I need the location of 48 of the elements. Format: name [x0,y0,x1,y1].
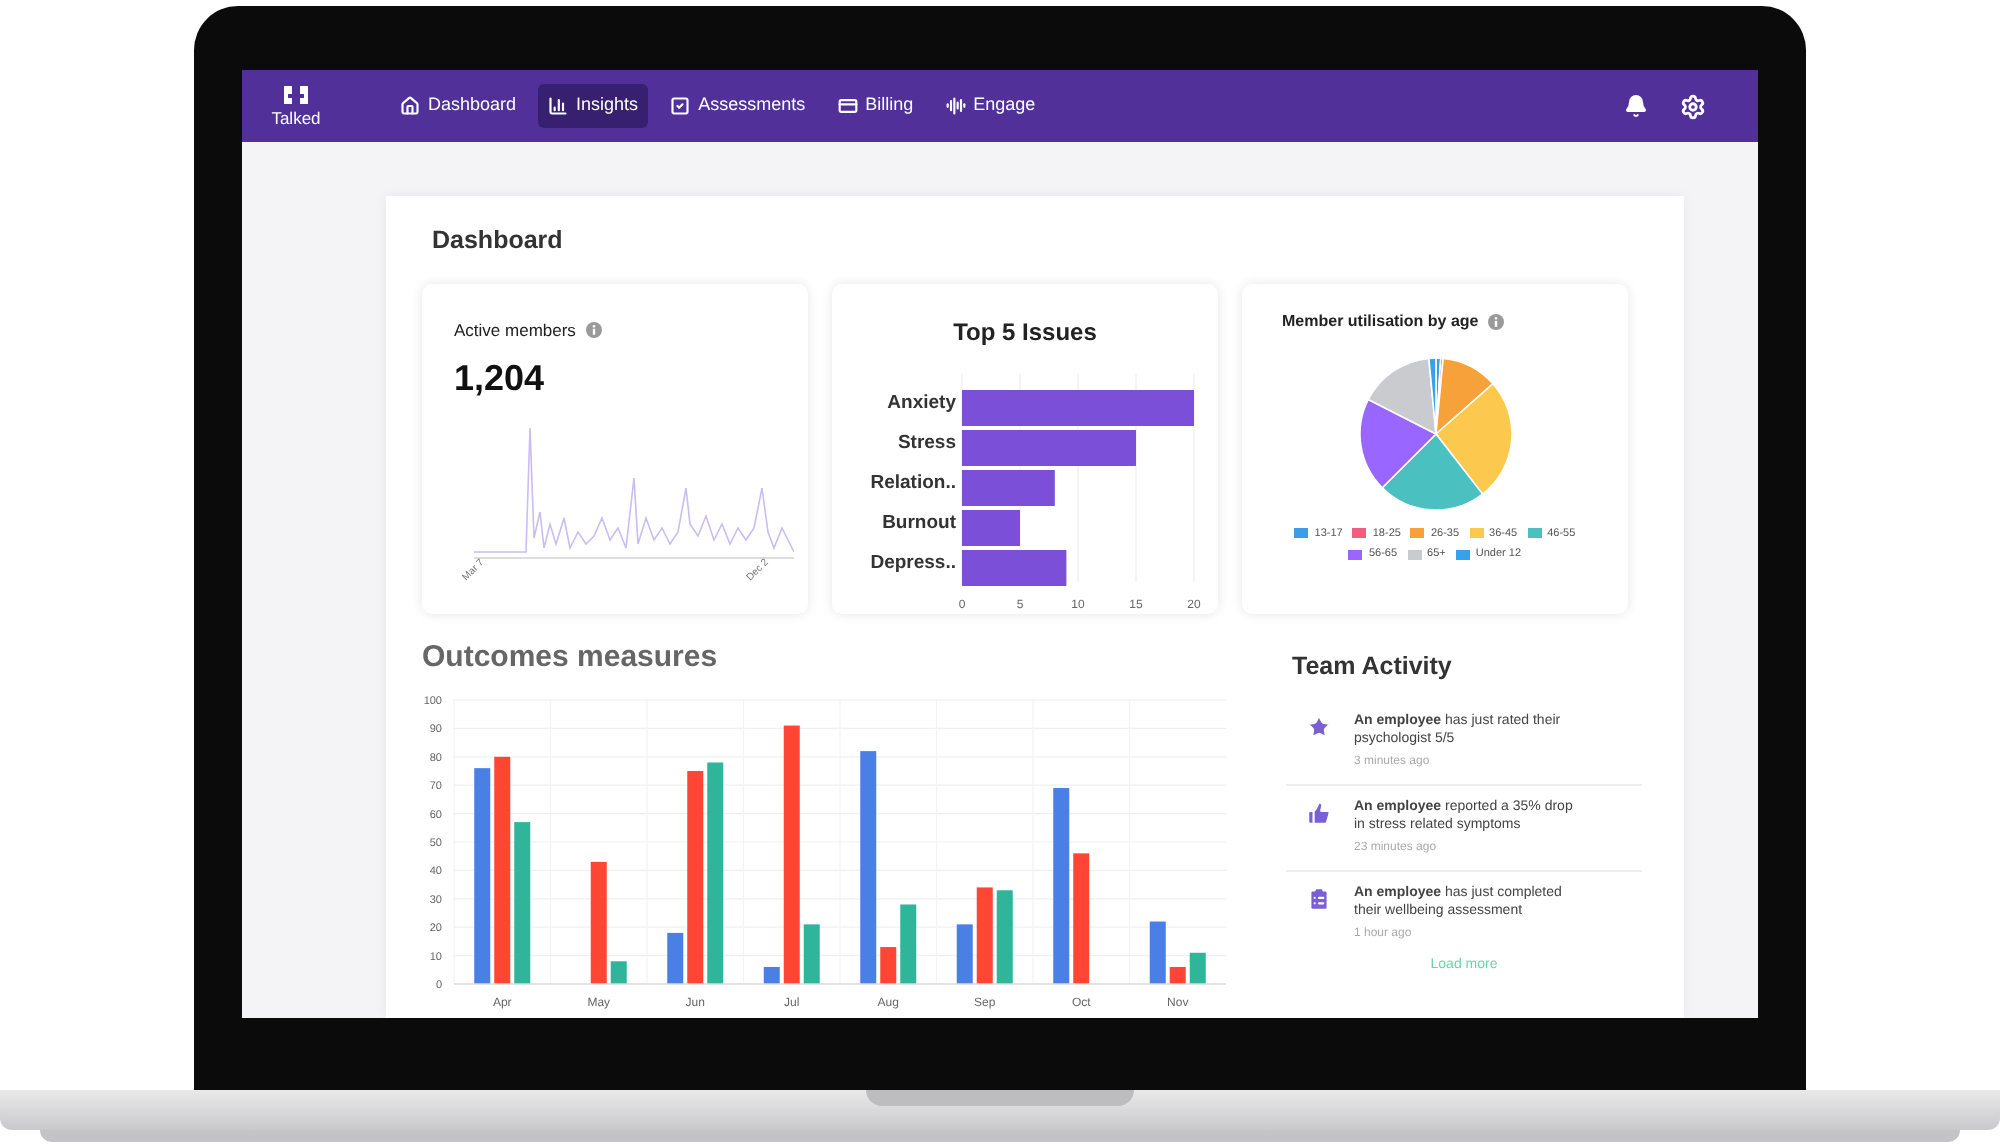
card-title: Top 5 Issues [953,315,1097,350]
axis-label: Depress.. [869,551,955,574]
stat-value: 1,204 [454,359,547,395]
card-title: Active members [454,317,576,343]
star-icon [1305,713,1331,739]
logo-text: Talked [271,110,321,128]
bar [961,469,1054,506]
nav-icon [400,96,420,116]
bar [900,904,917,984]
settings-icon[interactable] [1680,93,1706,119]
card-title: Member utilisation by age [1282,309,1479,334]
bar [961,549,1066,586]
bar [961,509,1019,546]
bar [610,960,627,984]
nav-tab[interactable]: Engage [935,84,1046,128]
page-title: Dashboard [432,224,565,258]
section-title: Team Activity [1292,649,1454,684]
thumbs-up-icon [1305,799,1331,825]
bar [1149,921,1166,984]
bar [667,932,684,984]
bar [763,966,780,984]
info-icon [1488,313,1505,330]
bar [1073,852,1090,984]
axis-label: Burnout [881,511,955,534]
bar [590,861,607,984]
bar [996,889,1013,984]
nav-tab[interactable]: Insights [538,84,649,128]
nav-icon [670,96,691,116]
bar [976,886,993,984]
nav-icon [837,96,858,116]
logo-icon [282,84,310,107]
notifications-icon[interactable] [1624,94,1648,118]
clipboard-icon [1305,885,1331,911]
bar [1189,952,1206,984]
nav-tab[interactable]: Billing [827,84,924,128]
nav-icon [548,96,569,116]
nav-tab[interactable]: Dashboard [390,84,527,128]
bar [880,946,897,984]
nav-icon [945,96,966,116]
section-title: Outcomes measures [422,641,720,672]
bar [803,923,820,984]
info-icon [585,322,602,339]
bar [1169,966,1186,984]
axis-label: Anxiety [886,391,955,414]
bar [956,923,973,984]
axis-label: Stress [896,431,955,454]
axis-label: Relation.. [869,471,955,494]
nav-tab[interactable]: Assessments [660,84,816,128]
